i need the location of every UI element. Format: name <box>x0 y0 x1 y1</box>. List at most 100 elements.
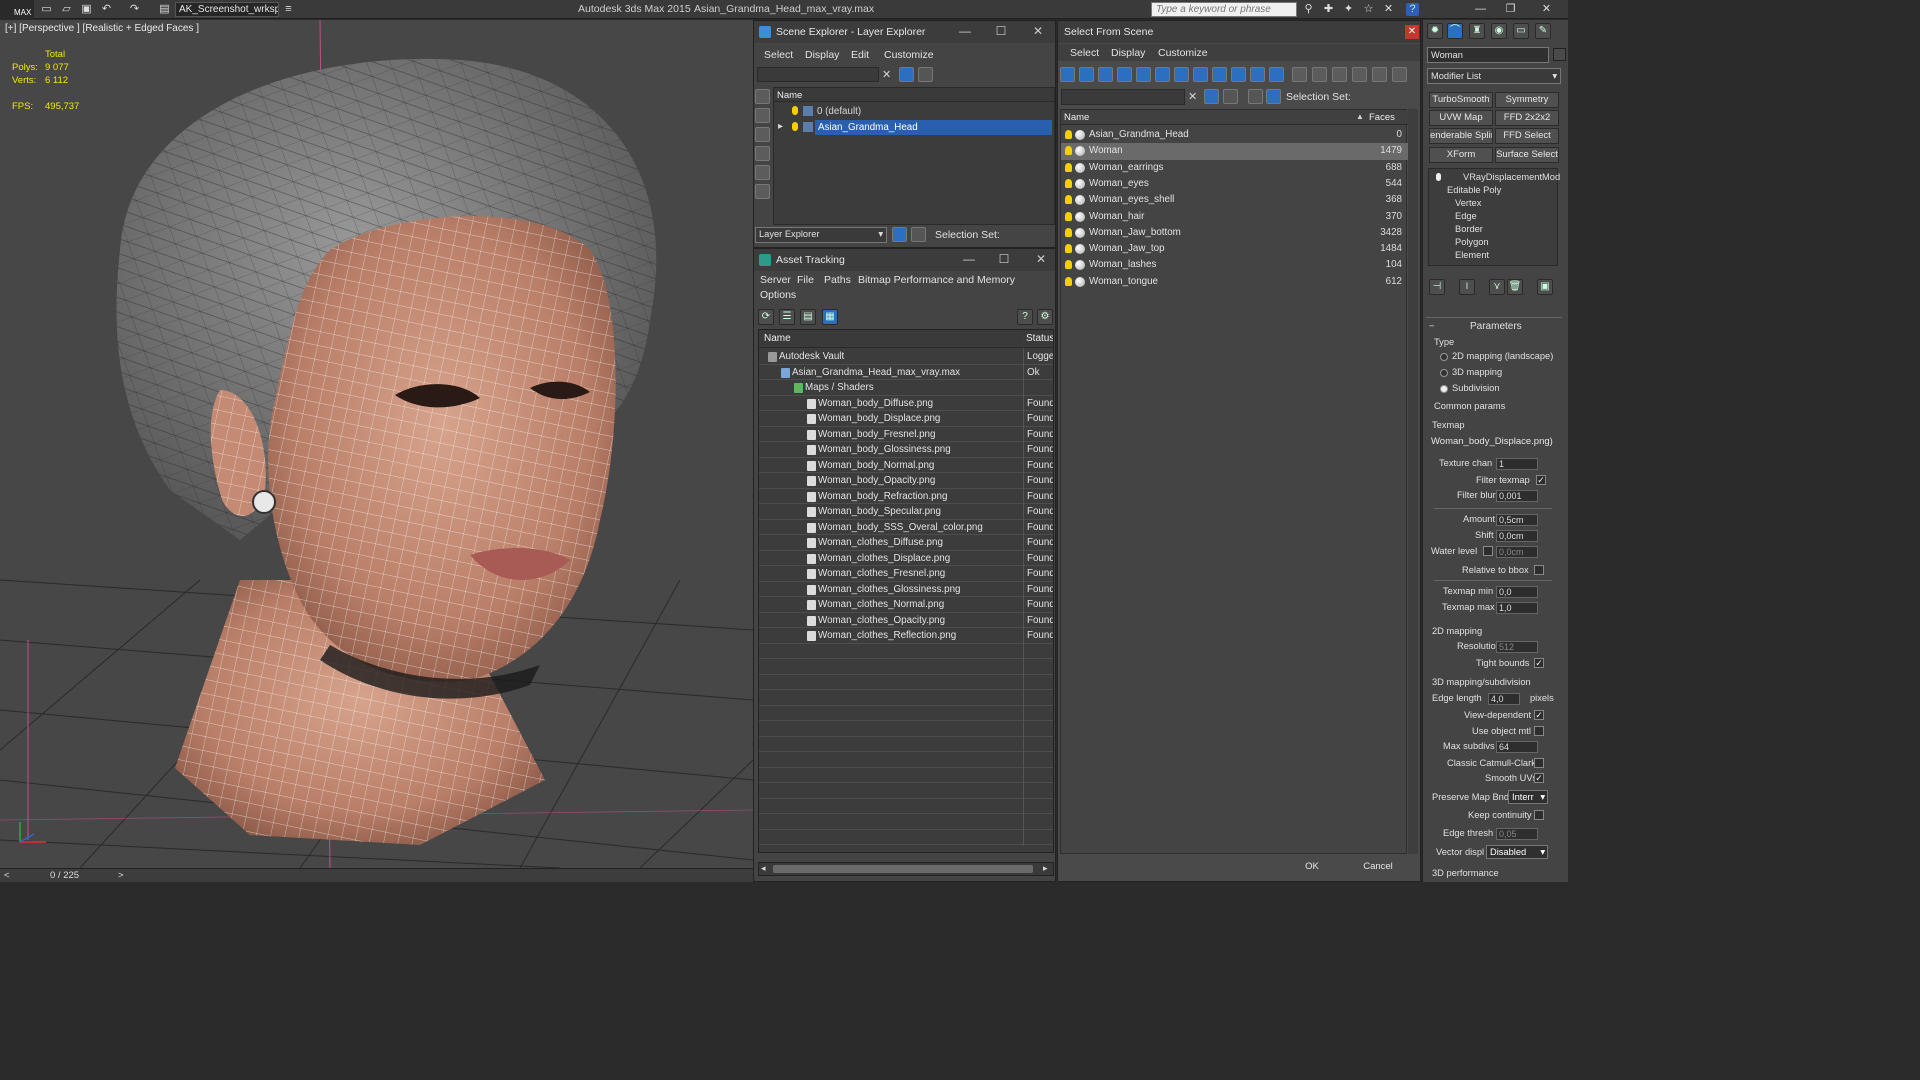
object-row[interactable]: Woman_earrings 688 <box>1061 160 1408 176</box>
layers-icon[interactable] <box>1248 89 1263 104</box>
clear-search-icon[interactable]: ✕ <box>882 68 891 81</box>
close-search-icon[interactable]: ✕ <box>1382 3 1395 16</box>
close-icon[interactable]: ✕ <box>1405 25 1419 39</box>
max-subdivs-spinner[interactable]: 64 <box>1496 741 1538 753</box>
asset-row[interactable]: Woman_clothes_Opacity.png Found <box>759 612 1053 629</box>
filter-blur-spinner[interactable]: 0,001 <box>1496 490 1538 502</box>
maximize-icon[interactable]: ☐ <box>997 252 1011 266</box>
bulb-icon[interactable] <box>1436 173 1441 181</box>
asset-row[interactable]: Woman_body_Glossiness.png Found <box>759 442 1053 458</box>
column-header-faces[interactable]: Faces <box>1366 110 1408 125</box>
resolution-spinner[interactable]: 512 <box>1496 641 1538 653</box>
settings-icon[interactable]: ⚙ <box>1037 309 1053 325</box>
asset-row[interactable]: Woman_body_Refraction.png Found <box>759 488 1053 505</box>
object-row[interactable]: Asian_Grandma_Head 0 <box>1061 127 1408 143</box>
binoculars-icon[interactable]: ⚲ <box>1302 3 1315 16</box>
bulb-icon[interactable] <box>792 122 798 131</box>
bulb-icon[interactable] <box>1065 178 1072 188</box>
object-row[interactable]: Woman_Jaw_top 1484 <box>1061 241 1408 257</box>
time-slider[interactable]: < 0 / 225 > <box>0 868 753 882</box>
bulb-icon[interactable] <box>1065 227 1072 237</box>
modifier-list-dropdown[interactable]: Modifier List ▾ <box>1427 68 1561 84</box>
asset-row[interactable]: Autodesk Vault Logged <box>759 349 1053 365</box>
object-row-selected[interactable]: Woman 1479 <box>1061 143 1408 160</box>
menu-customize[interactable]: Customize <box>884 49 934 61</box>
search-input[interactable]: Type a keyword or phrase <box>1151 2 1297 17</box>
scroll-left-icon[interactable]: ◂ <box>761 863 766 874</box>
cancel-button[interactable]: Cancel <box>1350 857 1406 877</box>
minimize-icon[interactable]: — <box>958 24 972 38</box>
view-dependent-checkbox[interactable]: ✓ <box>1534 710 1544 720</box>
turbosmooth-button[interactable]: TurboSmooth <box>1429 92 1493 108</box>
display-helpers-icon[interactable] <box>755 165 770 180</box>
edge-thresh-spinner[interactable]: 0,05 <box>1496 828 1538 840</box>
column-header-name[interactable]: Name <box>1061 110 1366 125</box>
redo-icon[interactable]: ↷ <box>128 3 141 16</box>
asset-row[interactable]: Woman_body_Opacity.png Found <box>759 473 1053 489</box>
display-lights-icon[interactable] <box>1117 67 1132 82</box>
menu-display[interactable]: Display <box>805 49 839 61</box>
smooth-uvs-checkbox[interactable]: ✓ <box>1534 773 1544 783</box>
viewport-label[interactable]: [+] [Perspective ] [Realistic + Edged Fa… <box>5 23 199 34</box>
configure-sets-icon[interactable]: ▣ <box>1537 279 1553 295</box>
asset-row[interactable]: Woman_body_Specular.png Found <box>759 504 1053 520</box>
new-file-icon[interactable]: ▭ <box>40 3 53 16</box>
stack-item-vertex[interactable]: Vertex <box>1455 198 1481 208</box>
asset-row[interactable]: Woman_body_SSS_Overal_color.png Found <box>759 519 1053 536</box>
horizontal-scrollbar[interactable]: ◂ ▸ <box>758 862 1054 876</box>
object-row[interactable]: Woman_Jaw_bottom 3428 <box>1061 225 1408 241</box>
close-icon[interactable]: ✕ <box>1034 252 1048 266</box>
minimize-icon[interactable]: — <box>962 252 976 266</box>
show-end-result-icon[interactable]: ⏽ <box>1459 279 1475 295</box>
bulb-icon[interactable] <box>1065 211 1072 221</box>
menu-display[interactable]: Display <box>1111 47 1145 59</box>
workspace-dropdown[interactable]: AK_Screenshot_wrksp ▾ <box>175 2 279 17</box>
rollout-collapse-icon[interactable]: − <box>1429 321 1434 331</box>
layer-manager-icon[interactable] <box>892 227 907 242</box>
expand-arrow-icon[interactable]: ▸ <box>778 121 783 132</box>
display-containers-icon[interactable] <box>1250 67 1265 82</box>
xform-button[interactable]: XForm <box>1429 147 1493 163</box>
project-folder-icon[interactable]: ▤ <box>158 3 171 16</box>
display-objects-icon[interactable] <box>755 89 770 104</box>
menu-select[interactable]: Select <box>764 49 793 61</box>
asset-row[interactable]: Woman_body_Normal.png Found <box>759 457 1053 474</box>
favorites-icon[interactable]: ☆ <box>1362 3 1375 16</box>
close-icon[interactable]: ✕ <box>1031 24 1045 38</box>
stack-item-polygon[interactable]: Polygon <box>1455 237 1489 247</box>
workspace-menu-icon[interactable]: ≡ <box>282 3 295 16</box>
stack-item-vraydisplacement[interactable]: VRayDisplacementMod <box>1463 172 1560 182</box>
object-row[interactable]: Woman_tongue 612 <box>1061 274 1408 290</box>
hierarchy-icon[interactable] <box>1266 89 1281 104</box>
display-groups-icon[interactable] <box>1193 67 1208 82</box>
open-file-icon[interactable]: ▱ <box>60 3 73 16</box>
time-prev-button[interactable]: < <box>4 870 10 881</box>
preserve-map-dropdown[interactable]: Interr ▾ <box>1508 790 1548 804</box>
help-icon[interactable]: ? <box>1017 309 1033 325</box>
maximize-icon[interactable]: ☐ <box>994 24 1008 38</box>
stack-item-border[interactable]: Border <box>1455 224 1483 234</box>
bulb-icon[interactable] <box>1065 146 1072 156</box>
motion-tab-icon[interactable]: ◉ <box>1491 23 1507 39</box>
uvw-map-button[interactable]: UVW Map <box>1429 110 1493 126</box>
water-level-checkbox[interactable] <box>1483 546 1493 556</box>
bulb-icon[interactable] <box>1065 276 1072 286</box>
display-cameras-icon[interactable] <box>755 146 770 161</box>
display-lights-icon[interactable] <box>755 127 770 142</box>
renderable-spline-button[interactable]: enderable Splir <box>1429 128 1493 144</box>
keep-continuity-checkbox[interactable] <box>1534 810 1544 820</box>
subscription-icon[interactable]: ✚ <box>1322 3 1335 16</box>
filter-texmap-checkbox[interactable]: ✓ <box>1536 475 1546 485</box>
display-all-icon[interactable] <box>1060 67 1075 82</box>
display-layers-icon[interactable] <box>755 184 770 199</box>
scroll-right-icon[interactable]: ▸ <box>1043 863 1048 874</box>
asset-row[interactable]: Woman_clothes_Glossiness.png Found <box>759 581 1053 598</box>
object-row[interactable]: Woman_eyes_shell 368 <box>1061 192 1408 208</box>
filter-icon[interactable] <box>1204 89 1219 104</box>
object-row[interactable]: Woman_eyes 544 <box>1061 176 1408 192</box>
close-icon[interactable]: ✕ <box>1540 3 1553 16</box>
relative-bbox-checkbox[interactable] <box>1534 565 1544 575</box>
bulb-icon[interactable] <box>1065 244 1072 254</box>
clear-search-icon[interactable]: ✕ <box>1188 90 1197 103</box>
classic-catmull-checkbox[interactable] <box>1534 758 1544 768</box>
